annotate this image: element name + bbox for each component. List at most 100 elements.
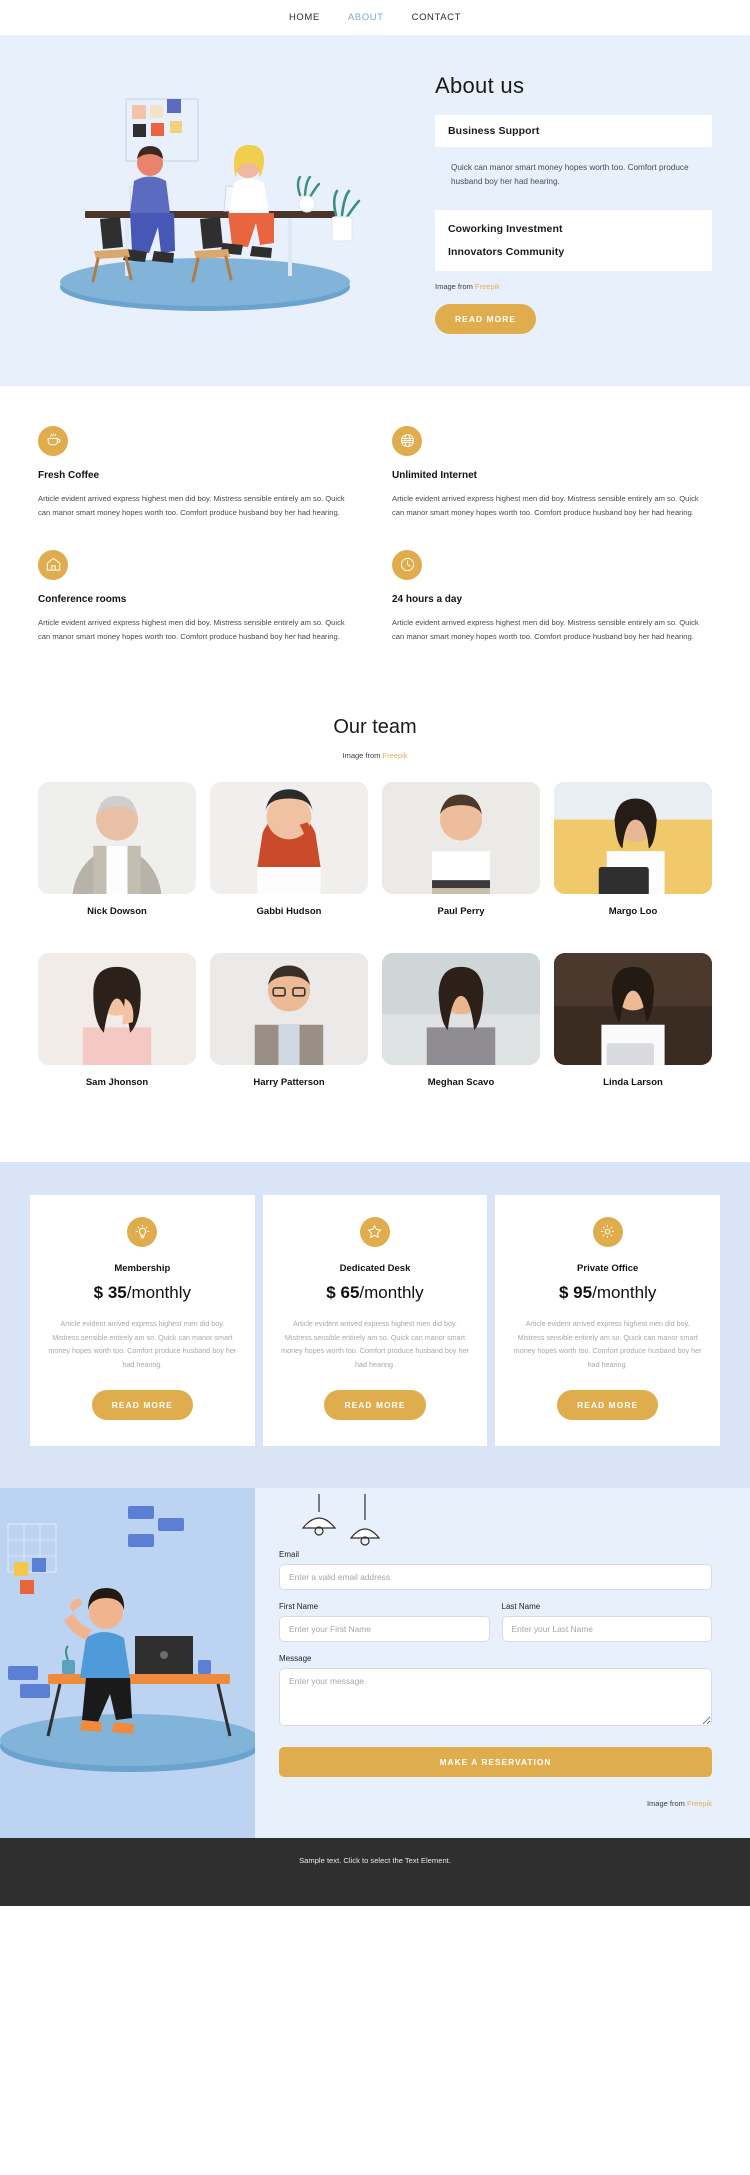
avatar — [382, 781, 540, 894]
pricing-name: Private Office — [577, 1262, 639, 1274]
team-image-credit: Image from Freepik — [0, 751, 750, 760]
clock-icon — [392, 549, 422, 580]
pricing-card-private-office: Private Office $ 95/monthly Article evid… — [495, 1194, 720, 1446]
avatar — [554, 781, 712, 894]
email-field[interactable] — [279, 1563, 712, 1590]
avatar — [38, 781, 196, 894]
accordion-item-coworking-investment[interactable]: Coworking Investment — [448, 223, 699, 235]
pricing-section: Membership $ 35/monthly Article evident … — [0, 1161, 750, 1488]
team-heading: Our team — [333, 715, 417, 738]
first-name-field[interactable] — [279, 1615, 490, 1642]
nav-item-contact[interactable]: CONTACT — [412, 12, 461, 23]
feature-card-24-hours: 24 hours a day Article evident arrived e… — [392, 549, 712, 644]
email-label: Email — [279, 1549, 300, 1559]
top-navigation: HOME ABOUT CONTACT — [0, 0, 750, 35]
member-name: Nick Dowson — [87, 905, 147, 917]
feature-text: Article evident arrived express highest … — [38, 493, 345, 517]
member-name: Paul Perry — [437, 905, 485, 917]
team-grid: Nick Dowson Gabbi Hudson Paul Perry Marg… — [0, 781, 750, 1110]
pricing-period: /monthly — [592, 1282, 657, 1302]
credit-link-freepik[interactable]: Freepik — [687, 1799, 712, 1808]
team-member-card[interactable]: Sam Jhonson — [38, 952, 196, 1110]
make-a-reservation-button[interactable]: MAKE A RESERVATION — [279, 1746, 712, 1777]
pricing-read-more-button[interactable]: READ MORE — [91, 1389, 193, 1420]
pricing-currency: $ — [326, 1282, 336, 1302]
team-member-card[interactable]: Nick Dowson — [38, 781, 196, 939]
feature-title: Fresh Coffee — [38, 469, 100, 481]
accordion-title: Business Support — [448, 125, 540, 137]
pricing-period: /monthly — [126, 1282, 192, 1302]
member-name: Meghan Scavo — [427, 1076, 495, 1088]
home-icon — [38, 549, 68, 580]
pricing-card-membership: Membership $ 35/monthly Article evident … — [30, 1194, 255, 1446]
feature-card-unlimited-internet: Unlimited Internet Article evident arriv… — [392, 425, 712, 520]
avatar — [210, 952, 368, 1065]
coffee-cup-icon — [38, 425, 68, 456]
member-name: Sam Jhonson — [85, 1076, 149, 1088]
pricing-read-more-button[interactable]: READ MORE — [324, 1389, 426, 1420]
features-section: Fresh Coffee Article evident arrived exp… — [0, 385, 750, 696]
team-section: Our team Image from Freepik Nick Dowson — [0, 695, 750, 1162]
credit-prefix: Image from — [342, 750, 383, 760]
pricing-read-more-button[interactable]: READ MORE — [557, 1389, 659, 1420]
pricing-value: 65 — [340, 1282, 360, 1302]
credit-link-freepik[interactable]: Freepik — [383, 751, 408, 760]
team-member-card[interactable]: Gabbi Hudson — [210, 781, 368, 939]
footer-text[interactable]: Sample text. Click to select the Text El… — [299, 1856, 451, 1865]
accordion-body-business-support: Quick can manor smart money hopes worth … — [451, 163, 689, 187]
pricing-text: Article evident arrived express highest … — [513, 1318, 702, 1369]
member-name: Gabbi Hudson — [256, 905, 322, 917]
avatar — [210, 781, 368, 894]
pricing-card-dedicated-desk: Dedicated Desk $ 65/monthly Article evid… — [262, 1194, 488, 1446]
contact-section: Email First Name Last Name Message MAKE … — [0, 1487, 750, 1838]
about-hero-section: About us Business Support Quick can mano… — [0, 35, 750, 386]
feature-text: Article evident arrived express highest … — [38, 617, 345, 641]
first-name-label: First Name — [279, 1601, 319, 1611]
pricing-value: 95 — [573, 1282, 593, 1302]
contact-illustration-container — [0, 1487, 260, 1838]
team-member-card[interactable]: Linda Larson — [554, 952, 712, 1110]
accordion-item-innovators-community[interactable]: Innovators Community — [448, 246, 699, 258]
name-row: First Name Last Name — [279, 1602, 712, 1654]
nav-item-about[interactable]: ABOUT — [348, 12, 384, 23]
avatar — [38, 952, 196, 1065]
pricing-value: 35 — [107, 1282, 127, 1302]
team-member-card[interactable]: Meghan Scavo — [382, 952, 540, 1110]
pricing-period: /monthly — [359, 1282, 424, 1302]
team-member-card[interactable]: Harry Patterson — [210, 952, 368, 1110]
pendant-lamps-icon — [301, 1493, 381, 1546]
gear-icon — [592, 1216, 623, 1247]
hero-image-credit: Image from Freepik — [435, 282, 712, 291]
feature-card-conference-rooms: Conference rooms Article evident arrived… — [38, 549, 358, 644]
about-heading: About us — [435, 73, 525, 98]
feature-text: Article evident arrived express highest … — [392, 617, 699, 641]
message-field[interactable] — [279, 1667, 712, 1726]
coworking-illustration — [60, 98, 361, 311]
credit-link-freepik[interactable]: Freepik — [475, 282, 500, 291]
accordion-item-business-support[interactable]: Business Support — [435, 115, 712, 147]
nav-item-home[interactable]: HOME — [289, 12, 320, 23]
feature-title: 24 hours a day — [392, 593, 463, 605]
team-member-card[interactable]: Paul Perry — [382, 781, 540, 939]
last-name-label: Last Name — [501, 1601, 541, 1611]
workspace-illustration — [0, 1505, 260, 1772]
accordion-group-collapsed[interactable]: Coworking Investment Innovators Communit… — [435, 209, 712, 271]
pricing-text: Article evident arrived express highest … — [48, 1318, 237, 1369]
pricing-amount: $ 65/monthly — [279, 1283, 472, 1303]
team-member-card[interactable]: Margo Loo — [554, 781, 712, 939]
last-name-field[interactable] — [501, 1615, 712, 1642]
member-name: Margo Loo — [608, 905, 658, 917]
member-name: Harry Patterson — [253, 1076, 325, 1088]
hero-illustration-container — [0, 73, 435, 334]
pricing-amount: $ 35/monthly — [46, 1283, 239, 1303]
read-more-button[interactable]: READ MORE — [435, 303, 537, 334]
message-label: Message — [279, 1653, 312, 1663]
credit-prefix: Image from — [646, 1798, 687, 1808]
lightbulb-icon — [127, 1216, 158, 1247]
pricing-name: Dedicated Desk — [339, 1262, 411, 1274]
feature-card-fresh-coffee: Fresh Coffee Article evident arrived exp… — [38, 425, 358, 520]
star-icon — [359, 1216, 390, 1247]
feature-title: Conference rooms — [38, 593, 127, 605]
pricing-text: Article evident arrived express highest … — [281, 1318, 469, 1369]
credit-prefix: Image from — [435, 281, 476, 291]
